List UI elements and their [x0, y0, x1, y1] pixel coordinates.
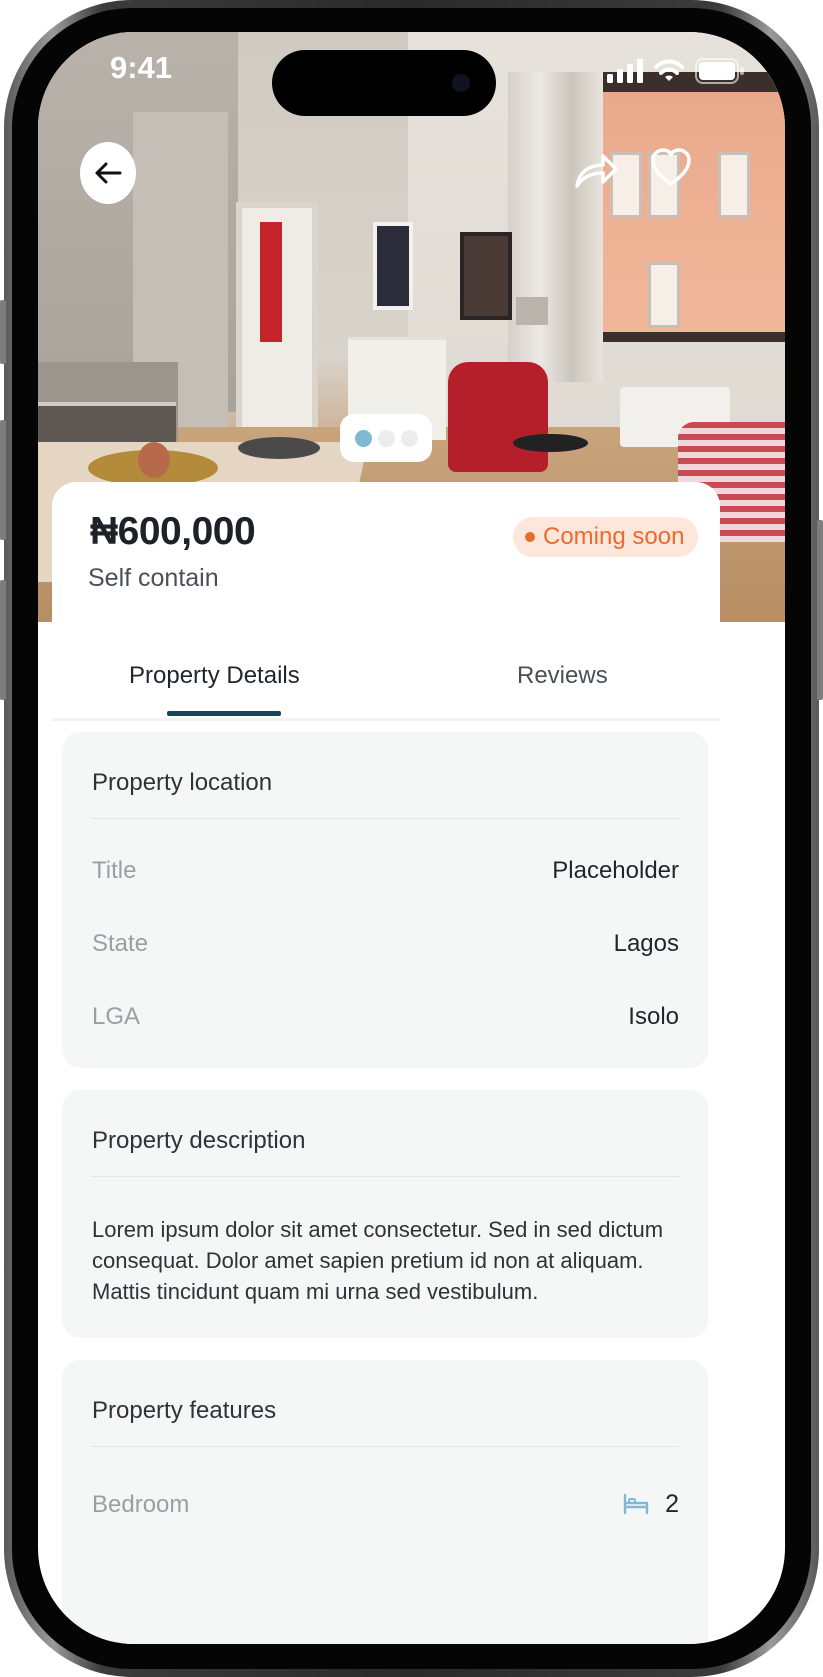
divider	[91, 1176, 679, 1177]
tab-property-details[interactable]: Property Details	[129, 662, 300, 690]
tab-reviews[interactable]: Reviews	[517, 662, 608, 690]
app-screen: 9:41 ₦600,000 Self contain Coming soon P…	[38, 32, 785, 1644]
section-title: Property description	[92, 1127, 306, 1154]
cellular-signal-icon	[607, 59, 643, 83]
feature-value-bedroom: 2	[665, 1490, 679, 1518]
favorite-button[interactable]	[650, 147, 692, 189]
row-value-state: Lagos	[613, 930, 679, 957]
wifi-icon	[654, 59, 684, 81]
action-button	[0, 300, 6, 364]
pager-dot[interactable]	[377, 429, 395, 447]
property-location-section: Property location Title Placeholder Stat…	[62, 732, 708, 1068]
dynamic-island	[272, 50, 496, 116]
divider	[91, 1446, 679, 1447]
description-text: Lorem ipsum dolor sit amet consectetur. …	[92, 1217, 664, 1304]
property-type: Self contain	[88, 564, 219, 592]
status-icons	[607, 56, 745, 86]
property-features-section: Property features Bedroom 2	[62, 1360, 708, 1644]
divider	[91, 818, 679, 819]
back-button[interactable]	[80, 142, 136, 204]
property-description-section: Property description Lorem ipsum dolor s…	[62, 1090, 708, 1338]
arrow-left-icon	[95, 162, 122, 184]
property-price: ₦600,000	[90, 510, 256, 553]
image-pager	[340, 414, 432, 462]
status-badge: Coming soon	[513, 517, 699, 557]
row-value-lga: Isolo	[628, 1003, 679, 1030]
row-label-title: Title	[92, 857, 137, 884]
section-title: Property features	[92, 1397, 277, 1424]
power-button	[817, 520, 823, 700]
status-dot-icon	[525, 532, 535, 542]
share-button[interactable]	[573, 150, 619, 192]
row-label-state: State	[92, 930, 149, 957]
pager-dot-active[interactable]	[354, 429, 372, 447]
section-title: Property location	[92, 769, 273, 796]
front-camera	[452, 74, 470, 92]
row-value-title: Placeholder	[552, 857, 679, 884]
bed-icon	[623, 1493, 649, 1515]
volume-down-button	[0, 580, 6, 700]
heart-outline-icon	[651, 148, 691, 186]
status-badge-label: Coming soon	[543, 523, 685, 550]
status-time: 9:41	[110, 50, 173, 85]
pager-dot[interactable]	[400, 429, 418, 447]
volume-up-button	[0, 420, 6, 540]
row-label-lga: LGA	[92, 1003, 141, 1030]
feature-label-bedroom: Bedroom	[92, 1491, 190, 1518]
detail-tabs: Property Details Reviews	[52, 632, 720, 721]
share-arrow-icon	[575, 154, 618, 188]
active-tab-indicator	[167, 711, 281, 716]
battery-icon	[695, 58, 744, 84]
